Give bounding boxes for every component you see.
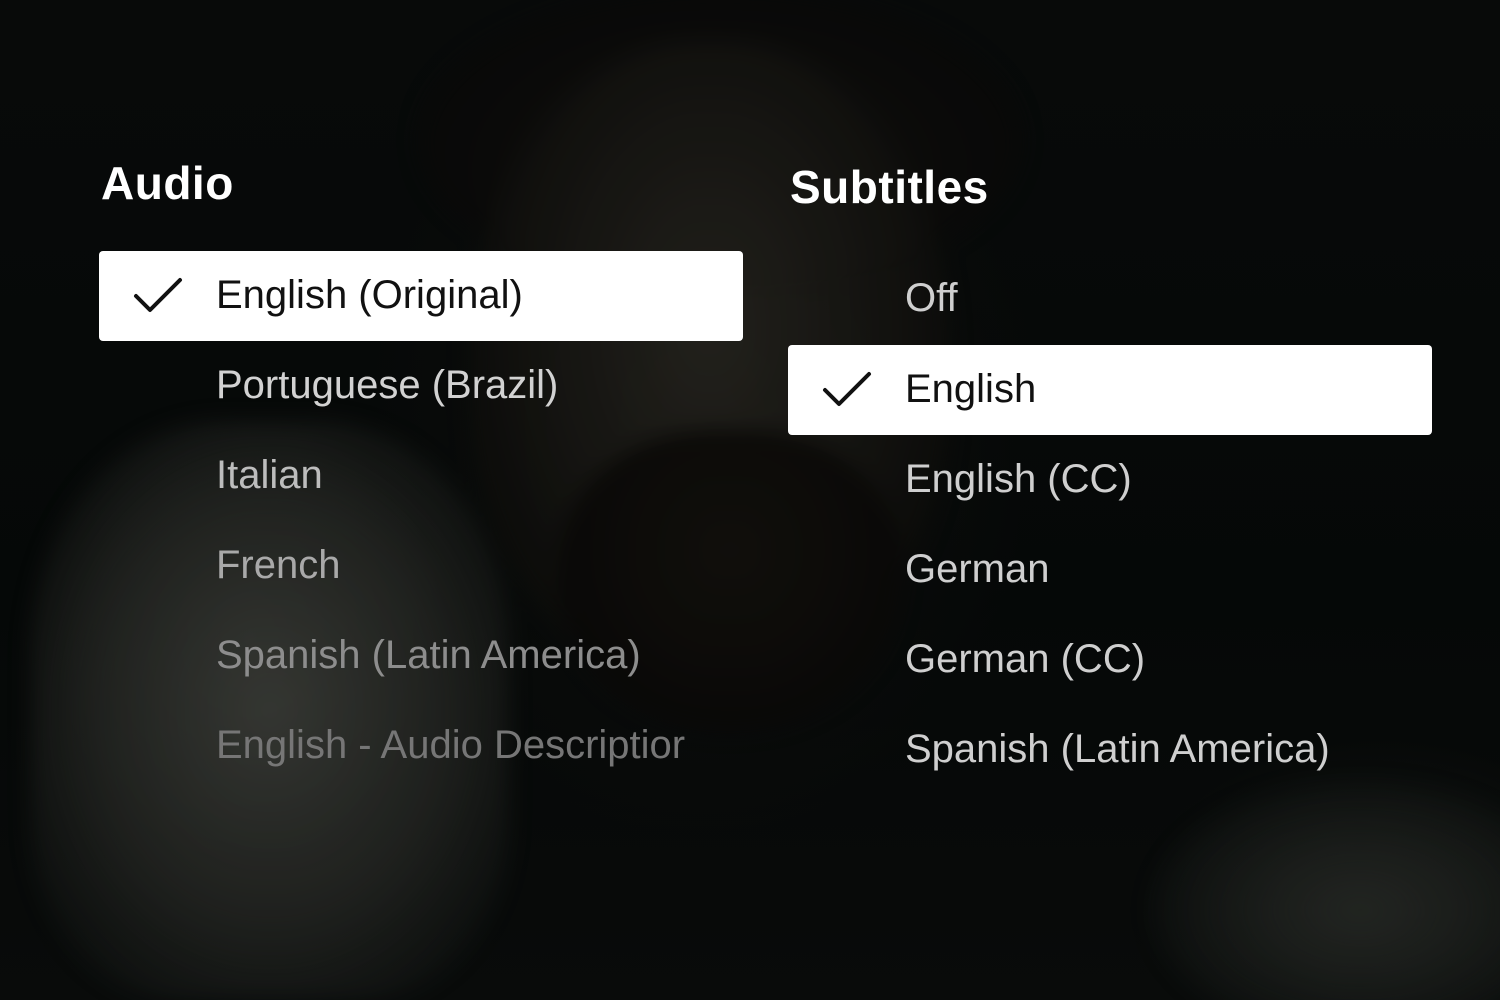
audio-title: Audio [101,157,234,209]
player-stage: Audio English (Original) Portuguese (Bra… [0,0,1500,1000]
audio-option-label: English (Original) [216,273,523,317]
subtitle-option-german[interactable]: German [788,525,1432,615]
subtitle-option-label: German (CC) [905,637,1146,681]
audio-option-english-audio-description[interactable]: English - Audio Descriptior [99,701,743,791]
subtitle-option-off[interactable]: Off [788,254,1432,344]
audio-option-label: Spanish (Latin America) [216,633,641,677]
subtitle-option-label: English (CC) [905,457,1132,501]
subtitle-option-german-cc[interactable]: German (CC) [788,615,1432,705]
checkmark-icon [788,370,905,410]
audio-option-label: Italian [216,453,323,497]
audio-option-italian[interactable]: Italian [99,431,743,521]
subtitle-option-label: Spanish (Latin America) [905,727,1330,771]
checkmark-icon [99,276,216,316]
audio-option-label: French [216,543,341,587]
subtitle-option-english[interactable]: English [788,345,1432,435]
subtitle-option-label: English [905,367,1037,411]
audio-option-french[interactable]: French [99,521,743,611]
subtitle-option-label: Off [905,276,958,320]
subtitles-title: Subtitles [790,161,989,213]
subtitle-option-label: German [905,547,1050,591]
audio-option-spanish-latin-america[interactable]: Spanish (Latin America) [99,611,743,701]
subtitle-option-spanish-latin-america[interactable]: Spanish (Latin America) [788,705,1432,795]
audio-option-label: English - Audio Descriptior [216,723,686,767]
audio-option-english-original[interactable]: English (Original) [99,251,743,341]
subtitle-option-english-cc[interactable]: English (CC) [788,435,1432,525]
audio-option-label: Portuguese (Brazil) [216,363,559,407]
audio-option-portuguese-brazil[interactable]: Portuguese (Brazil) [99,341,743,431]
